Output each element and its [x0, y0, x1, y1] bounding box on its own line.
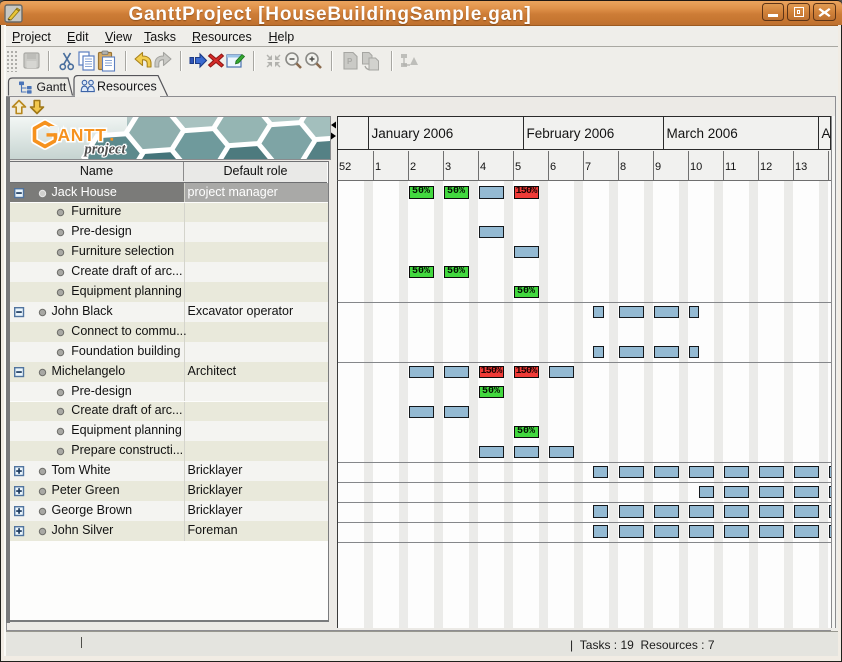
- svg-text:Gantt: Gantt: [37, 80, 67, 94]
- svg-text:project: project: [83, 142, 127, 158]
- svg-text:P: P: [347, 57, 353, 66]
- svg-text:Resources: Resources: [97, 80, 157, 94]
